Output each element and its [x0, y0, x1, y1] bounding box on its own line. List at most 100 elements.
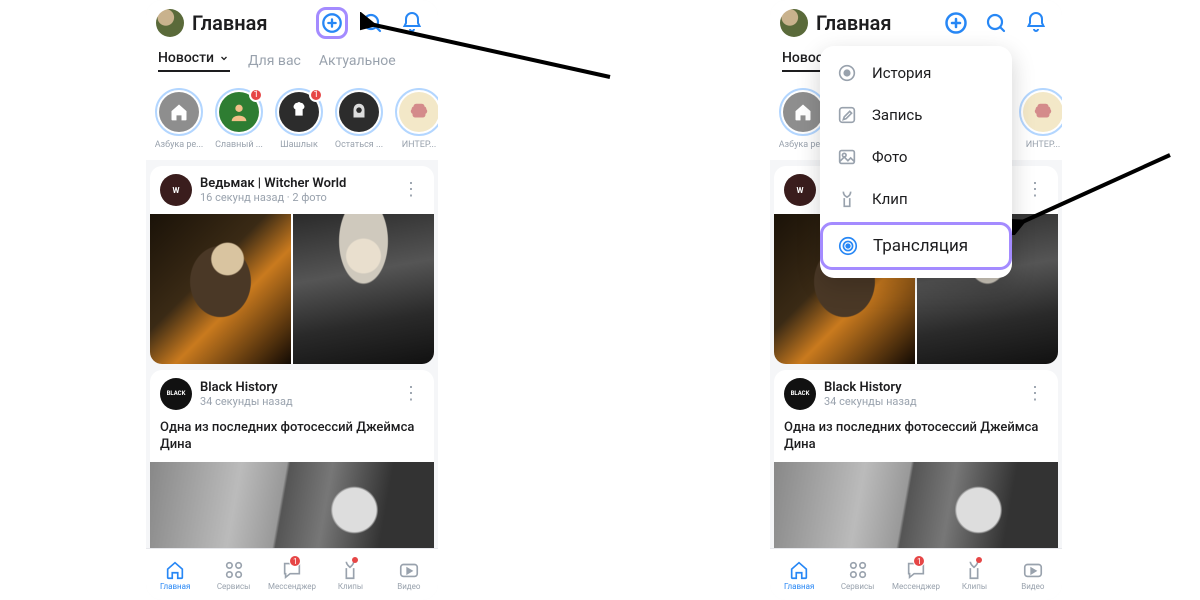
bell-icon	[400, 11, 424, 35]
nav-label: Видео	[1021, 582, 1044, 591]
nav-label: Сервисы	[841, 582, 875, 591]
story-item[interactable]: 1 Славный ...	[212, 88, 266, 150]
post-header: BLACK Black History 34 секунды назад ⋮	[774, 370, 1058, 418]
nav-clips[interactable]: Клипы	[945, 549, 1003, 600]
story-label: Шашлык	[280, 140, 318, 150]
nav-video[interactable]: Видео	[380, 549, 438, 600]
post-author[interactable]: Ведьмак | Witcher World	[200, 176, 390, 191]
clip-icon	[836, 188, 858, 210]
photo-icon	[836, 146, 858, 168]
popup-label: Фото	[872, 148, 907, 166]
nav-services[interactable]: Сервисы	[828, 549, 886, 600]
phone-right: Главная Новости Для вас Актуальное Азбук…	[770, 0, 1062, 600]
popup-label: Запись	[872, 106, 922, 124]
search-icon	[360, 11, 384, 35]
post-text: Одна из последних фотосессий Джеймса Дин…	[150, 418, 434, 462]
post-avatar[interactable]: W	[784, 174, 816, 206]
story-item[interactable]: Азбука ре...	[152, 88, 206, 150]
notifications-button[interactable]	[396, 7, 428, 39]
page-title: Главная	[192, 11, 308, 35]
story-label: Остаться ...	[335, 140, 383, 150]
post-header: W Ведьмак | Witcher World 16 секунд наза…	[150, 166, 434, 214]
post-image[interactable]	[293, 214, 434, 364]
post-image[interactable]	[150, 214, 291, 364]
plus-circle-icon	[944, 11, 968, 35]
story-ring	[335, 88, 383, 136]
page-title: Главная	[816, 11, 932, 35]
story-ring	[395, 88, 438, 136]
popup-item-post[interactable]: Запись	[820, 94, 1012, 136]
bottom-nav: Главная Сервисы 1МессенджерКлипы Видео	[770, 548, 1062, 600]
clips-icon	[339, 559, 361, 581]
topbar: Главная	[770, 0, 1062, 46]
story-ring	[155, 88, 203, 136]
nav-label: Клипы	[338, 582, 363, 591]
story-ring: 1	[215, 88, 263, 136]
story-label: Славный ...	[215, 140, 263, 150]
tab-label: Новости	[158, 50, 214, 66]
nav-label: Мессенджер	[892, 582, 940, 591]
post-avatar[interactable]: BLACK	[160, 378, 192, 410]
bottom-nav: Главная Сервисы1Мессенджер Клипы Видео	[146, 548, 438, 600]
popup-item-live[interactable]: Трансляция	[820, 222, 1012, 270]
popup-label: Трансляция	[873, 236, 968, 256]
post-icon	[836, 104, 858, 126]
nav-video[interactable]: Видео	[1004, 549, 1062, 600]
post-image[interactable]	[774, 462, 1058, 548]
story-item[interactable]: Остаться ...	[332, 88, 386, 150]
story-item[interactable]: ИНТЕР...	[392, 88, 438, 150]
post-text: Одна из последних фотосессий Джеймса Дин…	[774, 418, 1058, 462]
post-header: BLACK Black History 34 секунды назад ⋮	[150, 370, 434, 418]
chevron-down-icon	[218, 52, 230, 64]
nav-label: Главная	[160, 582, 190, 591]
feed-post[interactable]: BLACK Black History 34 секунды назад ⋮ О…	[774, 370, 1058, 548]
popup-item-photo[interactable]: Фото	[820, 136, 1012, 178]
story-label: Азбука ре...	[155, 140, 204, 150]
home-icon	[788, 559, 810, 581]
nav-msg[interactable]: 1Мессенджер	[887, 549, 945, 600]
notifications-button[interactable]	[1020, 7, 1052, 39]
search-button[interactable]	[980, 7, 1012, 39]
post-images[interactable]	[150, 214, 434, 364]
tab-for-you[interactable]: Для вас	[248, 50, 301, 72]
nav-services[interactable]: Сервисы	[204, 549, 262, 600]
add-button[interactable]	[316, 7, 348, 39]
live-icon	[837, 235, 859, 257]
post-author[interactable]: Black History	[200, 380, 390, 395]
story-badge: 1	[309, 88, 323, 102]
post-avatar[interactable]: W	[160, 174, 192, 206]
profile-avatar[interactable]	[156, 9, 184, 37]
post-image[interactable]	[150, 462, 434, 548]
story-ring	[1019, 88, 1062, 136]
story-label: ИНТЕР...	[1026, 140, 1061, 150]
nav-msg[interactable]: 1Мессенджер	[263, 549, 321, 600]
popup-item-story[interactable]: История	[820, 52, 1012, 94]
video-icon	[1022, 559, 1044, 581]
tab-trending[interactable]: Актуальное	[319, 50, 396, 72]
feed-post[interactable]: BLACK Black History 34 секунды назад ⋮ О…	[150, 370, 434, 548]
popup-item-clip[interactable]: Клип	[820, 178, 1012, 220]
post-author[interactable]: Black History	[824, 380, 1014, 395]
add-button[interactable]	[940, 7, 972, 39]
post-avatar[interactable]: BLACK	[784, 378, 816, 410]
story-ring: 1	[275, 88, 323, 136]
video-icon	[398, 559, 420, 581]
nav-home[interactable]: Главная	[770, 549, 828, 600]
post-time: 34 секунды назад	[824, 395, 1014, 408]
nav-label: Главная	[784, 582, 814, 591]
story-icon	[836, 62, 858, 84]
feed-post[interactable]: W Ведьмак | Witcher World 16 секунд наза…	[150, 166, 434, 364]
feed[interactable]: W Ведьмак | Witcher World 16 секунд наза…	[146, 160, 438, 548]
story-label: ИНТЕР...	[402, 140, 437, 150]
tab-news[interactable]: Новости	[158, 50, 230, 72]
nav-clips[interactable]: Клипы	[321, 549, 379, 600]
story-item[interactable]: ИНТЕР...	[1016, 88, 1062, 150]
stories-row[interactable]: Азбука ре... 1 Славный ... 1 Шашлык Остаться …	[146, 80, 438, 160]
post-time: 34 секунды назад	[200, 395, 390, 408]
clips-icon	[963, 559, 985, 581]
profile-avatar[interactable]	[780, 9, 808, 37]
nav-label: Видео	[397, 582, 420, 591]
story-item[interactable]: 1 Шашлык	[272, 88, 326, 150]
search-button[interactable]	[356, 7, 388, 39]
nav-home[interactable]: Главная	[146, 549, 204, 600]
